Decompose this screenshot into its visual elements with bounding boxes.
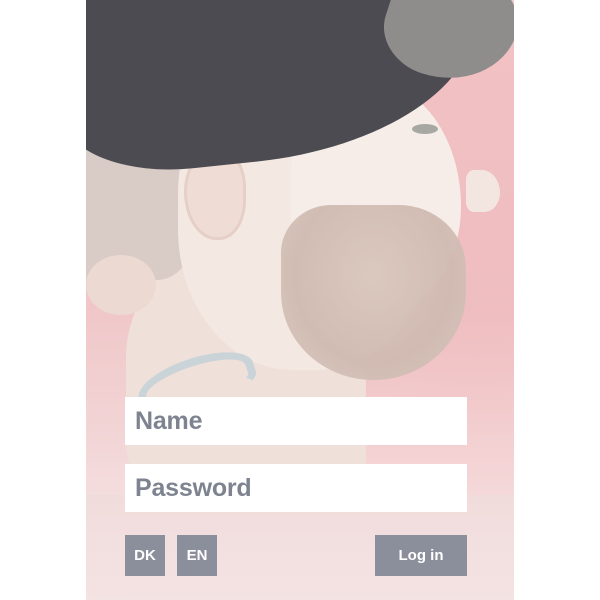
photo-beard	[281, 205, 466, 380]
photo-hand	[86, 255, 156, 315]
language-dk-button[interactable]: DK	[125, 535, 165, 576]
login-card: Name Password DK EN Log in	[86, 0, 514, 600]
name-input[interactable]: Name	[125, 397, 467, 445]
login-button[interactable]: Log in	[375, 535, 467, 576]
login-screen: Name Password DK EN Log in	[0, 0, 600, 600]
language-en-button[interactable]: EN	[177, 535, 217, 576]
password-input[interactable]: Password	[125, 464, 467, 512]
photo-eye	[412, 124, 438, 134]
photo-nose	[466, 170, 500, 212]
